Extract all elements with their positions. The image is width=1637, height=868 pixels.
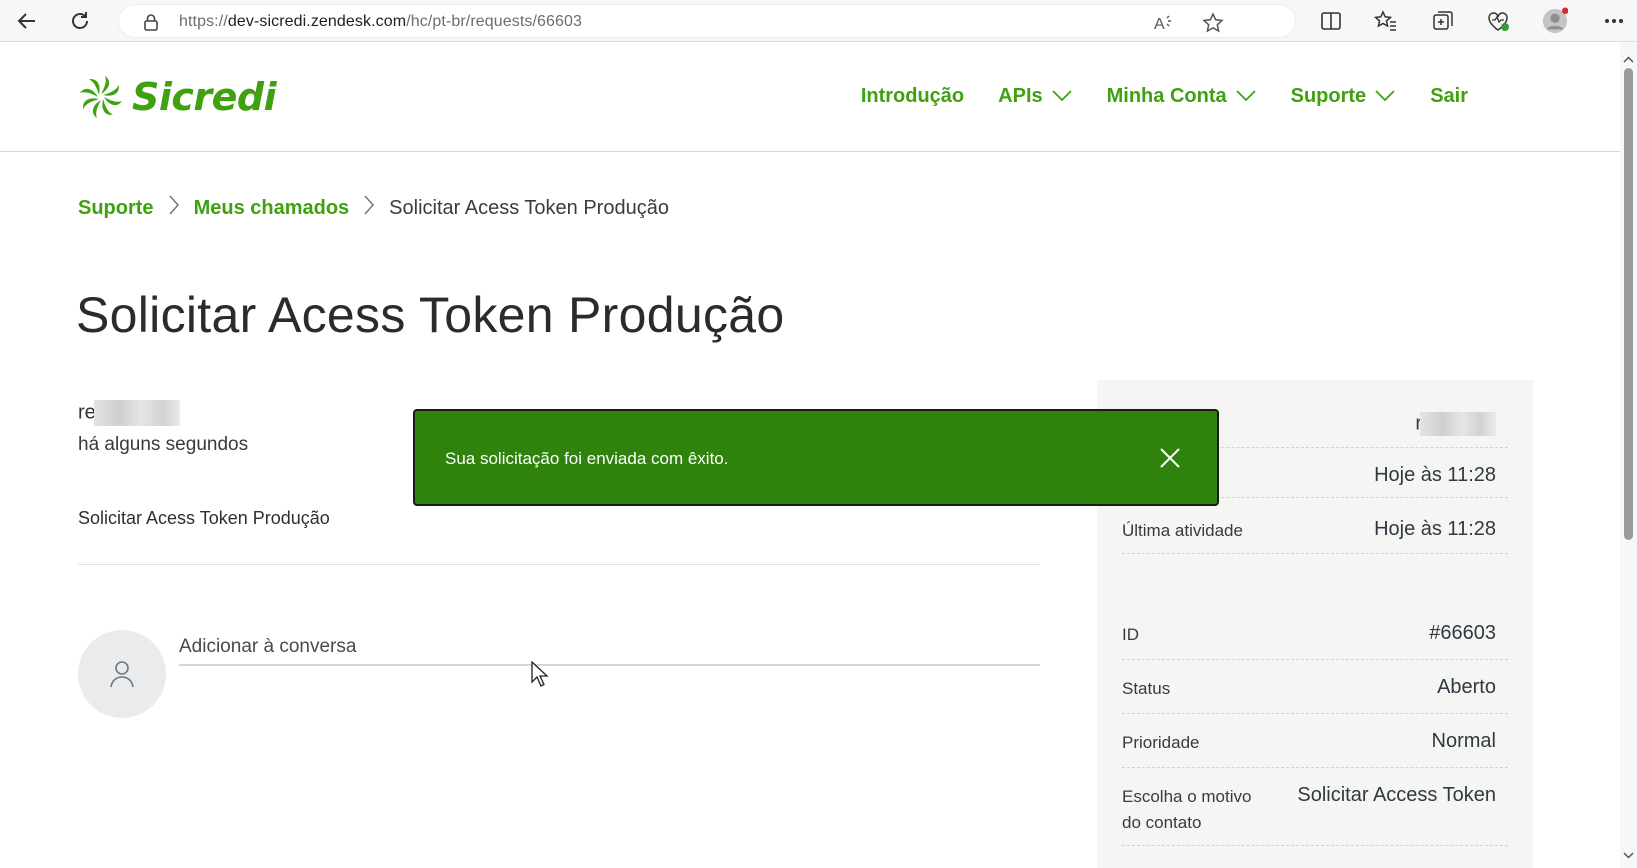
last-activity-label: Última atividade xyxy=(1122,521,1243,540)
more-menu-icon[interactable] xyxy=(1601,8,1627,34)
favorite-star-icon[interactable] xyxy=(1202,12,1224,34)
browser-toolbar: https://dev-sicredi.zendesk.com/hc/pt-br… xyxy=(0,0,1637,42)
detail-last-activity: Última atividade Hoje às 11:28 xyxy=(1122,508,1508,554)
last-activity-value: Hoje às 11:28 xyxy=(1374,518,1496,540)
request-description: Solicitar Acess Token Produção xyxy=(78,508,330,528)
address-bar[interactable]: https://dev-sicredi.zendesk.com/hc/pt-br… xyxy=(118,4,1296,38)
sicredi-logo-icon xyxy=(80,76,122,118)
lock-icon[interactable] xyxy=(143,13,159,31)
nav-suporte[interactable]: Suporte xyxy=(1291,85,1397,108)
detail-priority: Prioridade Normal xyxy=(1122,722,1508,768)
top-navigation: Introdução APIs Minha Conta Suporte Sair xyxy=(827,85,1468,108)
scroll-down-arrow-icon[interactable] xyxy=(1623,846,1634,864)
priority-label: Prioridade xyxy=(1122,733,1200,752)
breadcrumb-meus-chamados[interactable]: Meus chamados xyxy=(194,197,350,220)
request-time: há alguns segundos xyxy=(78,434,249,455)
refresh-button[interactable] xyxy=(65,6,95,36)
read-aloud-icon[interactable]: A xyxy=(1153,12,1175,34)
scroll-up-arrow-icon[interactable] xyxy=(1623,50,1634,68)
favorites-icon[interactable] xyxy=(1373,8,1399,34)
chevron-down-icon xyxy=(1235,85,1257,108)
chevron-right-icon xyxy=(168,194,180,222)
status-value: Aberto xyxy=(1437,676,1496,698)
mouse-cursor-icon xyxy=(531,660,549,692)
sicredi-logo[interactable]: Sicredi xyxy=(78,74,277,120)
divider xyxy=(78,564,1040,565)
back-arrow-icon xyxy=(17,13,35,29)
detail-reason: Escolha o motivo do contato Solicitar Acc… xyxy=(1122,776,1508,846)
id-label: ID xyxy=(1122,625,1139,644)
chevron-right-icon xyxy=(363,194,375,222)
detail-id: ID #66603 xyxy=(1122,614,1508,660)
detail-status: Status Aberto xyxy=(1122,668,1508,714)
breadcrumb: Suporte Meus chamados Solicitar Acess To… xyxy=(78,194,669,222)
success-toast: Sua solicitação foi enviada com êxito. xyxy=(413,409,1219,506)
close-icon[interactable] xyxy=(1157,445,1183,471)
user-icon xyxy=(110,661,134,688)
comment-input[interactable]: Adicionar à conversa xyxy=(179,632,1040,666)
collections-icon[interactable] xyxy=(1430,8,1456,34)
split-screen-icon[interactable] xyxy=(1318,8,1344,34)
back-button[interactable] xyxy=(12,6,42,36)
scroll-thumb[interactable] xyxy=(1624,68,1633,540)
page-title: Solicitar Acess Token Produção xyxy=(76,287,785,343)
logo-text: Sicredi xyxy=(132,75,277,119)
priority-value: Normal xyxy=(1431,730,1496,752)
chevron-down-icon xyxy=(1374,85,1396,108)
user-avatar xyxy=(78,630,166,718)
request-author[interactable]: re xyxy=(78,400,180,426)
chevron-down-icon xyxy=(1051,85,1073,108)
breadcrumb-current: Solicitar Acess Token Produção xyxy=(389,196,669,219)
nav-introducao[interactable]: Introdução xyxy=(861,85,964,108)
profile-avatar-icon[interactable] xyxy=(1542,7,1568,34)
redacted-requester xyxy=(1420,412,1496,436)
reason-value: Solicitar Access Token xyxy=(1297,784,1496,806)
toast-message: Sua solicitação foi enviada com êxito. xyxy=(445,449,729,468)
browser-essentials-icon[interactable] xyxy=(1485,8,1511,34)
id-value: #66603 xyxy=(1429,622,1496,644)
breadcrumb-suporte[interactable]: Suporte xyxy=(78,197,154,220)
refresh-icon xyxy=(72,12,88,29)
nav-sair[interactable]: Sair xyxy=(1430,85,1468,108)
site-header: Sicredi Introdução APIs Minha Conta Supo… xyxy=(0,42,1620,152)
page-scrollbar[interactable] xyxy=(1620,42,1637,868)
reason-label: Escolha o motivo do contato xyxy=(1122,787,1252,832)
nav-apis[interactable]: APIs xyxy=(998,85,1072,108)
created-value: Hoje às 11:28 xyxy=(1374,464,1496,486)
url-text[interactable]: https://dev-sicredi.zendesk.com/hc/pt-br… xyxy=(179,13,582,31)
svg-text:A: A xyxy=(1154,16,1165,33)
nav-minha-conta[interactable]: Minha Conta xyxy=(1107,85,1257,108)
requester-value: r xyxy=(1415,412,1496,436)
redacted-name xyxy=(93,400,180,426)
status-label: Status xyxy=(1122,679,1171,698)
